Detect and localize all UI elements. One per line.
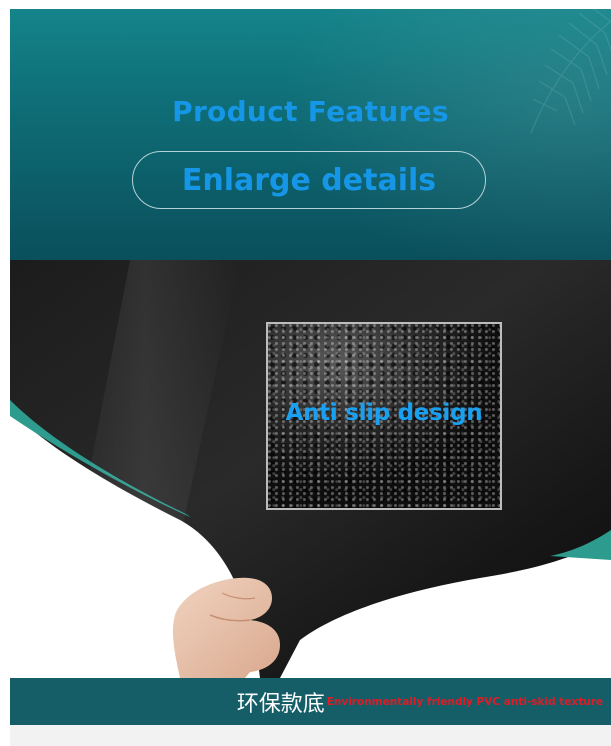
page-title: Product Features xyxy=(172,95,449,128)
caption-english-text: Environmentally friendly PVC anti-skid t… xyxy=(326,695,603,708)
caption-chinese-text: 环保款底 xyxy=(236,691,325,717)
caption-bar: 环保款底 Environmentally friendly PVC anti-s… xyxy=(10,678,611,725)
features-header: Product Features Enlarge details xyxy=(10,9,611,260)
product-detail-banner: Product Features Enlarge details Anti sl… xyxy=(10,9,611,746)
texture-zoom-inset: Anti slip design xyxy=(266,322,502,510)
product-photo: Anti slip design xyxy=(10,260,611,678)
enlarge-details-badge: Enlarge details xyxy=(132,151,486,209)
enlarge-details-label: Enlarge details xyxy=(181,162,437,198)
bottom-strip xyxy=(10,725,611,746)
page: Product Features Enlarge details Anti sl… xyxy=(0,0,611,746)
anti-slip-label: Anti slip design xyxy=(285,400,483,426)
